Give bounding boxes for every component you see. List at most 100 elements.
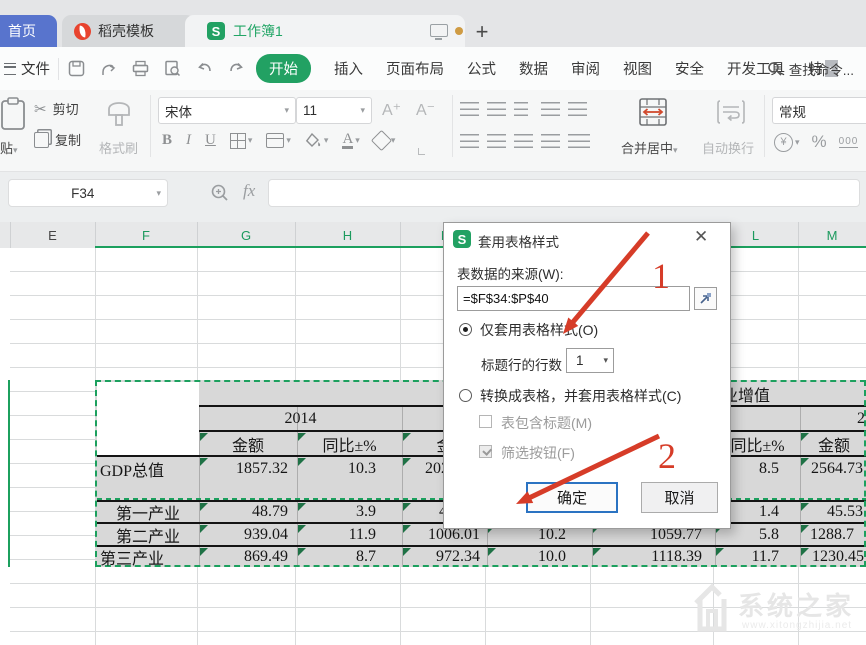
underline-button[interactable]: U — [205, 132, 216, 149]
cut-button[interactable]: ✂ 剪切 — [34, 99, 79, 118]
paste-icon[interactable] — [0, 96, 28, 132]
justify-icon[interactable] — [541, 134, 560, 148]
header-rows-select[interactable]: 1 ▾ — [566, 348, 614, 373]
checkbox-filter-buttons[interactable] — [479, 445, 492, 458]
fx-icon[interactable]: fx — [243, 181, 255, 201]
column-header-h[interactable]: H — [295, 222, 400, 248]
distribute-icon[interactable] — [568, 134, 590, 148]
wrap-text-icon[interactable] — [716, 97, 746, 127]
radio-style-only[interactable] — [459, 323, 472, 336]
row-label[interactable]: 第二产业 — [97, 524, 199, 545]
name-box[interactable]: F34 ▾ — [8, 179, 168, 207]
align-bottom-icon[interactable] — [514, 102, 528, 116]
fill-color-button[interactable]: ▾ — [305, 133, 329, 148]
font-name-select[interactable]: 宋体 ▾ — [158, 97, 296, 124]
save-icon[interactable] — [67, 59, 86, 78]
borders-button[interactable]: ▾ — [230, 133, 253, 149]
row-label[interactable]: 第三产业 — [97, 547, 199, 567]
menu-tab-review[interactable]: 审阅 — [571, 58, 600, 79]
merge-center-icon[interactable] — [637, 97, 669, 127]
radio-style-only-label[interactable]: 仅套用表格样式(O) — [480, 320, 598, 340]
print-icon[interactable] — [131, 59, 150, 78]
radio-convert-table-label[interactable]: 转换成表格，并套用表格样式(C) — [480, 386, 681, 406]
cell-value[interactable]: 48.79 — [199, 502, 297, 522]
ok-button[interactable]: 确定 — [526, 482, 618, 513]
tab-home[interactable]: 首页 — [0, 15, 57, 47]
menu-tab-insert[interactable]: 插入 — [334, 58, 363, 79]
source-range-input[interactable]: =$F$34:$P$40 — [457, 286, 690, 311]
grow-font-button[interactable]: A⁺ — [382, 100, 401, 120]
menu-tab-data[interactable]: 数据 — [519, 58, 548, 79]
export-icon[interactable] — [99, 59, 118, 78]
zoom-cells-icon[interactable] — [210, 183, 230, 208]
print-preview-icon[interactable] — [163, 59, 182, 78]
menu-tab-view[interactable]: 视图 — [623, 58, 652, 79]
tab-docer-templates[interactable]: 稻壳模板 — [62, 15, 195, 47]
subheader-amount-g[interactable]: 金额 — [199, 432, 297, 455]
cell-value[interactable]: 1857.32 — [199, 457, 297, 481]
font-group-launcher-icon[interactable] — [418, 148, 425, 155]
format-painter-button[interactable]: 格式刷 — [99, 138, 138, 157]
align-left-icon[interactable] — [460, 134, 479, 148]
redo-icon[interactable] — [227, 59, 246, 78]
currency-format-button[interactable]: ¥▾ — [774, 133, 800, 152]
copy-button[interactable]: 复制 — [34, 130, 81, 149]
italic-button[interactable]: I — [186, 132, 191, 149]
wrap-text-button[interactable]: 自动换行 — [702, 138, 754, 157]
menu-tab-security[interactable]: 安全 — [675, 58, 704, 79]
subheader-yoy-h[interactable]: 同比±% — [297, 432, 402, 455]
formula-input[interactable] — [268, 179, 860, 207]
cell-value[interactable]: 2564.73 — [800, 457, 866, 481]
column-header-e[interactable]: E — [10, 222, 95, 248]
font-size-select[interactable]: 11 ▾ — [296, 97, 372, 124]
align-top-icon[interactable] — [460, 102, 479, 116]
menu-tab-home[interactable]: 开始 — [256, 54, 311, 83]
radio-convert-table[interactable] — [459, 389, 472, 402]
merge-center-button[interactable]: 合并居中▾ — [621, 138, 678, 157]
column-header-m[interactable]: M — [798, 222, 866, 248]
cell-value[interactable]: 10.0 — [487, 547, 592, 567]
row-label[interactable]: 第一产业 — [97, 502, 199, 522]
shrink-font-button[interactable]: A⁻ — [416, 100, 435, 120]
number-format-select[interactable]: 常规 — [772, 97, 866, 124]
cell-value[interactable]: 939.04 — [199, 524, 297, 545]
eraser-button[interactable]: ▾ — [374, 133, 396, 148]
thousands-format-button[interactable]: 000 — [839, 136, 859, 148]
cell-value[interactable]: 3.9 — [297, 502, 402, 522]
file-menu[interactable]: 文件 — [4, 58, 50, 79]
subheader-amount-m[interactable]: 金额 — [800, 432, 866, 455]
undo-icon[interactable] — [195, 59, 214, 78]
align-right-icon[interactable] — [514, 134, 533, 148]
cell-value[interactable]: 8.7 — [297, 547, 402, 567]
menu-tab-page-layout[interactable]: 页面布局 — [386, 58, 444, 79]
cell-style-button[interactable]: ▾ — [266, 133, 291, 148]
cell-value[interactable]: 1118.39 — [592, 547, 715, 567]
presentation-mode-icon[interactable] — [430, 24, 448, 37]
checkbox-has-header[interactable] — [479, 415, 492, 428]
cell-value-fragment[interactable]: 1288.7 — [800, 524, 866, 545]
new-tab-button[interactable]: + — [470, 20, 494, 44]
year-2014-cell[interactable]: 2014 — [199, 407, 402, 430]
close-icon[interactable]: ✕ — [694, 227, 708, 247]
cell-value[interactable]: 869.49 — [199, 547, 297, 567]
font-color-button[interactable]: A▾ — [342, 133, 359, 149]
column-header-g[interactable]: G — [197, 222, 295, 248]
column-header-f[interactable]: F — [95, 222, 197, 248]
cell-value[interactable]: 11.7 — [715, 547, 800, 567]
cell-value[interactable]: 1230.45 — [800, 547, 866, 567]
cell-value[interactable]: 972.34 — [402, 547, 487, 567]
cell-value[interactable]: 11.9 — [297, 524, 402, 545]
row-label[interactable]: GDP总值 — [97, 457, 199, 481]
tab-workbook[interactable]: S 工作簿1 — [185, 15, 465, 47]
menu-tab-formulas[interactable]: 公式 — [467, 58, 496, 79]
paste-button[interactable]: 贴▾ — [0, 138, 18, 157]
format-painter-icon[interactable] — [103, 95, 135, 131]
align-middle-icon[interactable] — [487, 102, 506, 116]
cell-value[interactable]: 45.53 — [800, 502, 866, 522]
range-picker-button[interactable] — [694, 287, 717, 310]
decrease-indent-icon[interactable] — [541, 102, 560, 116]
align-center-icon[interactable] — [487, 134, 506, 148]
cancel-button[interactable]: 取消 — [641, 482, 718, 513]
find-command[interactable]: 查找命令... — [767, 47, 854, 90]
increase-indent-icon[interactable] — [568, 102, 587, 116]
